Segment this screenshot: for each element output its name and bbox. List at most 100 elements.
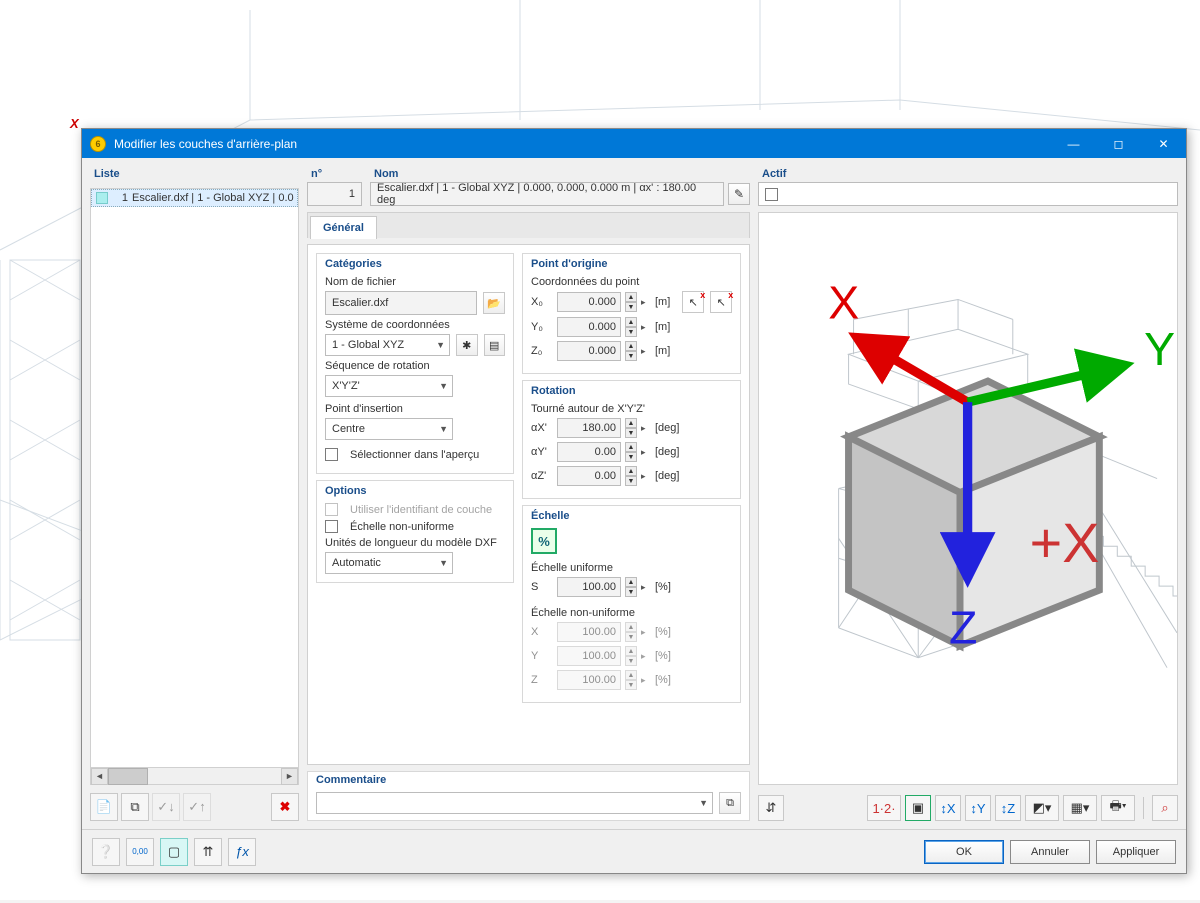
filename-field[interactable]: Escalier.dxf xyxy=(325,291,477,315)
perspective-button[interactable]: ◩▾ xyxy=(1025,795,1059,821)
az-input[interactable]: 0.00 xyxy=(557,466,621,486)
az-spinner[interactable]: ▲▼ xyxy=(625,466,637,486)
s-unit: [%] xyxy=(655,581,671,593)
origin-title: Point d'origine xyxy=(531,258,732,270)
cs-value: 1 - Global XYZ xyxy=(332,339,404,351)
view-z-button[interactable]: ↕Z xyxy=(995,795,1021,821)
number-field[interactable]: 1 xyxy=(307,182,362,206)
new-icon: ✱ xyxy=(462,339,471,352)
x0-input[interactable]: 0.000 xyxy=(557,292,621,312)
x0-step-button[interactable]: ▸ xyxy=(641,297,651,308)
check-icon: ✓↓ xyxy=(157,799,174,815)
edit-name-button[interactable]: ✎ xyxy=(728,183,750,205)
new-cs-button[interactable]: ✱ xyxy=(456,334,477,356)
z0-input[interactable]: 0.000 xyxy=(557,341,621,361)
cancel-button[interactable]: Annuler xyxy=(1010,840,1090,864)
ax-step-button[interactable]: ▸ xyxy=(641,423,651,434)
group-options: Options Utiliser l'identifiant de couche… xyxy=(316,480,514,583)
z0-step-button[interactable]: ▸ xyxy=(641,346,651,357)
x0-label: X₀ xyxy=(531,296,553,308)
preview-viewport[interactable]: +X X Y Z xyxy=(758,212,1178,785)
delete-layer-button[interactable]: ✖ xyxy=(271,793,299,821)
axis-triad: X Y Z xyxy=(819,177,1200,748)
units-button[interactable]: 0,00 xyxy=(126,838,154,866)
zoom-extents-button[interactable]: ⌕ xyxy=(1152,795,1178,821)
render-button[interactable]: ▦▾ xyxy=(1063,795,1097,821)
list-hscroll[interactable]: ◄ ► xyxy=(91,767,298,784)
dxf-units-combo[interactable]: Automatic▼ xyxy=(325,552,453,574)
ax-input[interactable]: 180.00 xyxy=(557,418,621,438)
ay-input[interactable]: 0.00 xyxy=(557,442,621,462)
ay-spinner[interactable]: ▲▼ xyxy=(625,442,637,462)
manage-cs-button[interactable]: ▤ xyxy=(484,334,505,356)
print-button[interactable]: 🖶▾ xyxy=(1101,795,1135,821)
z0-unit: [m] xyxy=(655,345,670,357)
copy-layer-button[interactable]: ⧉ xyxy=(121,793,149,821)
select-in-preview-label: Sélectionner dans l'aperçu xyxy=(350,449,479,461)
use-layer-id-label: Utiliser l'identifiant de couche xyxy=(350,504,492,516)
select-in-preview-checkbox[interactable] xyxy=(325,448,338,461)
view-x-button[interactable]: ↕X xyxy=(935,795,961,821)
comment-label: Commentaire xyxy=(316,774,741,786)
titlebar: 6 Modifier les couches d'arrière-plan ― … xyxy=(82,129,1186,158)
x0-spinner[interactable]: ▲▼ xyxy=(625,292,637,312)
ax-spinner[interactable]: ▲▼ xyxy=(625,418,637,438)
comment-lib-button[interactable]: ⧉ xyxy=(719,792,741,814)
members-button[interactable]: ⇈ xyxy=(194,838,222,866)
axis-y-icon: ↕Y xyxy=(970,801,985,816)
help-button[interactable]: ❔ xyxy=(92,838,120,866)
y0-spinner[interactable]: ▲▼ xyxy=(625,317,637,337)
numbering-button[interactable]: 1·2· xyxy=(867,795,901,821)
s-spinner[interactable]: ▲▼ xyxy=(625,577,637,597)
sz-step: ▸ xyxy=(641,675,651,686)
ay-step-button[interactable]: ▸ xyxy=(641,447,651,458)
scroll-right-icon[interactable]: ► xyxy=(281,768,298,785)
list-body[interactable]: 1 Escalier.dxf | 1 - Global XYZ | 0.0 xyxy=(91,189,298,767)
apply-button[interactable]: Appliquer xyxy=(1096,840,1176,864)
y0-input[interactable]: 0.000 xyxy=(557,317,621,337)
pick-point-alt-button[interactable]: ↖x xyxy=(710,291,732,313)
new-layer-button[interactable]: 📄 xyxy=(90,793,118,821)
percent-mode-button[interactable]: % xyxy=(531,528,557,554)
az-step-button[interactable]: ▸ xyxy=(641,471,651,482)
ok-button[interactable]: OK xyxy=(924,840,1004,864)
color-mode-button[interactable]: ▣ xyxy=(905,795,931,821)
tab-general[interactable]: Général xyxy=(310,216,377,239)
transfer-button[interactable]: ⇵ xyxy=(758,795,784,821)
s-input[interactable]: 100.00 xyxy=(557,577,621,597)
help-icon: ❔ xyxy=(98,844,114,860)
use-layer-id-checkbox xyxy=(325,503,338,516)
name-field[interactable]: Escalier.dxf | 1 - Global XYZ | 0.000, 0… xyxy=(370,182,724,206)
grid-toggle-button[interactable]: ▢ xyxy=(160,838,188,866)
scroll-thumb[interactable] xyxy=(108,768,148,785)
rotseq-combo[interactable]: X'Y'Z'▼ xyxy=(325,375,453,397)
maximize-button[interactable]: ◻ xyxy=(1096,130,1141,158)
pick-point-button[interactable]: ↖x xyxy=(682,291,704,313)
s-step-button[interactable]: ▸ xyxy=(641,582,651,593)
active-checkbox[interactable] xyxy=(765,188,778,201)
y0-step-button[interactable]: ▸ xyxy=(641,322,651,333)
rotseq-value: X'Y'Z' xyxy=(332,380,360,392)
sy-input: 100.00 xyxy=(557,646,621,666)
scroll-left-icon[interactable]: ◄ xyxy=(91,768,108,785)
sx-spinner: ▲▼ xyxy=(625,622,637,642)
preview-toolbar: ⇵ 1·2· ▣ ↕X ↕Y ↕Z ◩▾ ▦▾ 🖶▾ ⌕ xyxy=(758,791,1178,821)
y0-label: Y₀ xyxy=(531,321,553,333)
cs-combo[interactable]: 1 - Global XYZ▼ xyxy=(325,334,450,356)
check-icon: ✓↑ xyxy=(188,799,205,815)
view-y-button[interactable]: ↕Y xyxy=(965,795,991,821)
inspt-combo[interactable]: Centre▼ xyxy=(325,418,453,440)
comment-combo[interactable]: ▼ xyxy=(316,792,713,814)
pencil-icon: ✎ xyxy=(734,187,744,201)
axis-z-icon: ↕Z xyxy=(1001,801,1015,816)
nonuniform-scale-checkbox[interactable] xyxy=(325,520,338,533)
svg-text:Z: Z xyxy=(949,602,977,654)
browse-file-button[interactable]: 📂 xyxy=(483,292,505,314)
color-icon: ▣ xyxy=(912,800,924,816)
z0-spinner[interactable]: ▲▼ xyxy=(625,341,637,361)
scale-title: Échelle xyxy=(531,510,732,522)
close-button[interactable]: ✕ xyxy=(1141,130,1186,158)
fx-button[interactable]: ƒx xyxy=(228,838,256,866)
minimize-button[interactable]: ― xyxy=(1051,130,1096,158)
list-item[interactable]: 1 Escalier.dxf | 1 - Global XYZ | 0.0 xyxy=(91,189,298,207)
